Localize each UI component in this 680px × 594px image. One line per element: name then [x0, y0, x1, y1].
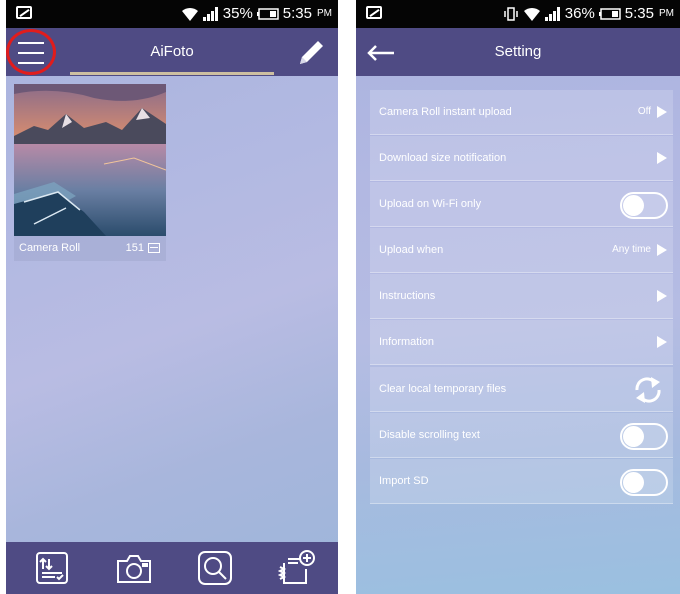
settings-row-label: Upload when — [379, 244, 444, 257]
settings-row-value: Off — [637, 106, 651, 117]
upload-sort-icon[interactable] — [33, 549, 71, 587]
clock-ampm: PM — [317, 8, 332, 19]
title-underline — [70, 72, 274, 75]
chevron-right-icon[interactable] — [657, 152, 667, 165]
battery-percent: 35% — [222, 5, 253, 22]
settings-row-value: Any time — [612, 244, 651, 256]
toggle-knob — [623, 195, 644, 217]
notification-icon — [366, 6, 382, 19]
settings-row-label: Disable scrolling text — [379, 428, 480, 441]
clock-ampm: PM — [659, 8, 674, 19]
settings-row-label: Import SD — [379, 474, 429, 487]
settings-row-upload-when[interactable]: Upload when Any time — [370, 228, 673, 274]
settings-row-label: Upload on Wi-Fi only — [379, 198, 482, 211]
settings-row-label: Clear local temporary files — [379, 382, 507, 395]
settings-row-disable-scrolling-text[interactable]: Disable scrolling text — [370, 412, 673, 458]
settings-row-label: Camera Roll instant upload — [379, 106, 512, 118]
settings-row-import-sd[interactable]: Import SD — [370, 458, 673, 504]
chevron-right-icon[interactable] — [657, 106, 667, 118]
app-bar: AiFoto — [6, 28, 338, 76]
notification-icon — [16, 6, 32, 19]
sync-icon[interactable] — [631, 374, 665, 406]
settings-row-camera-roll-instant-upload[interactable]: Camera Roll instant upload Off — [370, 90, 673, 135]
toggle-knob — [623, 471, 644, 493]
album-thumbnail — [14, 84, 166, 236]
chevron-right-icon[interactable] — [657, 336, 667, 349]
album-count: 151 — [125, 242, 144, 254]
settings-screen: 36% 5:35 PM Setting Camera Roll instant … — [356, 0, 680, 594]
signal-icon — [202, 6, 219, 21]
pencil-icon[interactable] — [296, 38, 326, 68]
status-bar: 35% 5:35 PM — [6, 0, 338, 28]
settings-row-clear-local-temporary-files[interactable]: Clear local temporary files — [370, 366, 673, 412]
aifoto-main-screen: 35% 5:35 PM AiFoto Camera Roll 151 — [6, 0, 338, 594]
clock-time: 5:35 — [624, 5, 654, 22]
battery-icon — [256, 7, 279, 20]
settings-row-information[interactable]: Information — [370, 320, 673, 366]
settings-list: Camera Roll instant upload Off Download si… — [370, 90, 673, 505]
chevron-right-icon[interactable] — [657, 244, 667, 257]
toggle-switch[interactable] — [620, 422, 668, 450]
app-bar: Setting — [356, 28, 680, 76]
search-icon[interactable] — [196, 549, 234, 587]
settings-row-download-size-notification[interactable]: Download size notification — [370, 136, 673, 182]
battery-percent: 36% — [564, 5, 595, 22]
chevron-right-icon[interactable] — [657, 290, 667, 303]
settings-row-label: Instructions — [379, 290, 436, 303]
wifi-icon — [523, 6, 541, 22]
app-title: AiFoto — [150, 43, 194, 60]
toggle-switch[interactable] — [620, 468, 668, 496]
vibrate-icon — [503, 6, 519, 21]
add-files-icon[interactable] — [277, 549, 316, 587]
toggle-switch[interactable] — [620, 192, 668, 220]
page-title: Setting — [494, 43, 542, 60]
toggle-knob — [623, 425, 644, 447]
bottom-toolbar — [6, 542, 338, 594]
wifi-icon — [181, 6, 199, 22]
status-bar: 36% 5:35 PM — [356, 0, 680, 28]
signal-icon — [544, 6, 561, 21]
battery-icon — [598, 7, 621, 20]
settings-row-label: Download size notification — [379, 152, 507, 165]
album-caption: Camera Roll 151 — [14, 236, 166, 261]
settings-row-instructions[interactable]: Instructions — [370, 274, 673, 320]
photos-icon — [148, 243, 160, 253]
album-tile-camera-roll[interactable]: Camera Roll 151 — [14, 84, 166, 261]
camera-icon[interactable] — [115, 549, 153, 587]
clock-time: 5:35 — [282, 5, 312, 22]
settings-row-label: Information — [379, 336, 435, 349]
album-name: Camera Roll — [19, 242, 81, 254]
settings-row-upload-on-wi-fi-only[interactable]: Upload on Wi-Fi only — [370, 182, 673, 228]
